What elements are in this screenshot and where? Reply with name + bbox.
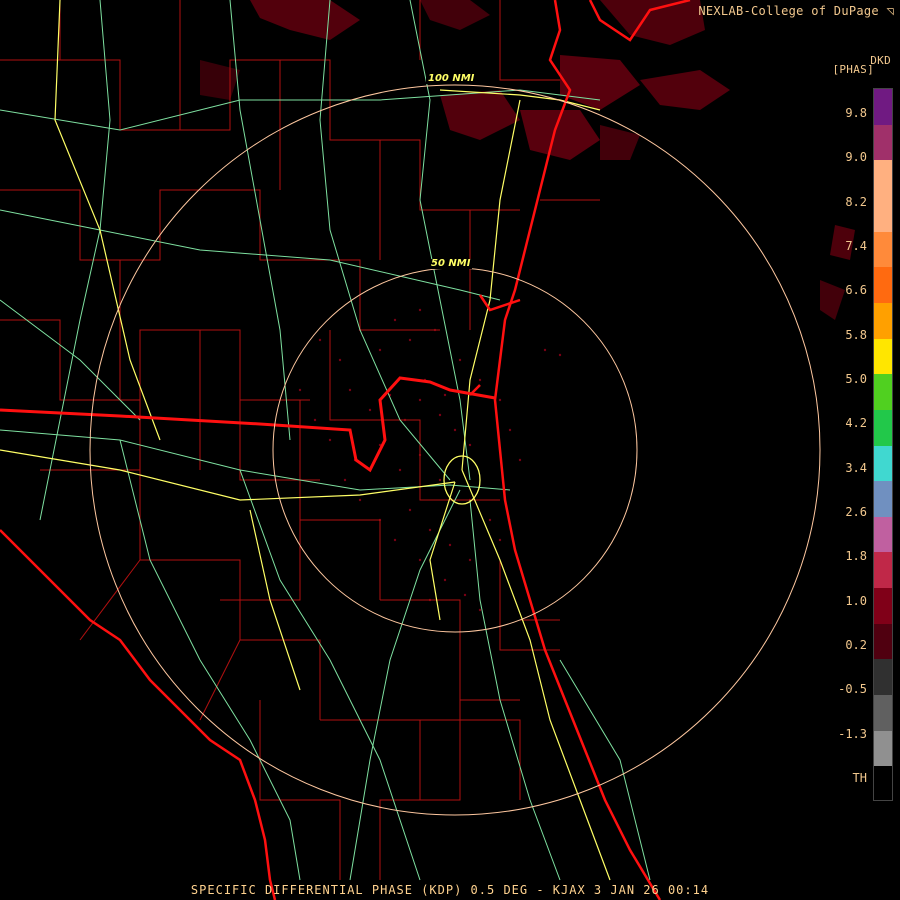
legend-label: 8.2: [845, 194, 867, 209]
legend-label: 9.8: [845, 106, 867, 120]
product-units: [PHAS]: [832, 63, 874, 76]
legend-swatch: [874, 89, 892, 126]
legend-swatch: [874, 160, 892, 197]
legend-swatch: [874, 338, 892, 376]
legend-swatch: [874, 730, 892, 768]
range-ring-label-50: 50 NMI: [429, 258, 473, 269]
legend-swatch: [874, 445, 892, 483]
legend-label: 4.2: [845, 416, 867, 431]
legend-label: 5.8: [845, 327, 867, 342]
legend-swatch: [874, 231, 892, 269]
legend-label: 3.4: [845, 460, 867, 475]
legend-label: -1.3: [838, 726, 867, 741]
legend-swatch: [874, 623, 892, 661]
credit-label: NEXLAB-College of DuPage ◹: [698, 4, 894, 18]
legend-swatch: [874, 695, 892, 732]
legend-swatch: [874, 659, 892, 697]
legend-swatch: [874, 195, 892, 233]
legend-label: -0.5: [838, 682, 867, 697]
color-legend-bar: [873, 88, 893, 801]
legend-swatch: [874, 516, 892, 554]
legend-label: 1.0: [845, 593, 867, 608]
range-ring-label-100: 100 NMI: [426, 73, 477, 84]
product-caption: SPECIFIC DIFFERENTIAL PHASE (KDP) 0.5 DE…: [190, 883, 710, 897]
legend-label: 9.0: [845, 150, 867, 165]
legend-swatch: [874, 374, 892, 411]
legend-label: 1.8: [845, 549, 867, 564]
radar-map: [0, 0, 900, 900]
legend-swatch: [874, 552, 892, 590]
legend-swatch: [874, 766, 892, 800]
legend-label: 6.6: [845, 283, 867, 298]
legend-swatch: [874, 409, 892, 447]
legend-label: TH: [852, 771, 867, 785]
legend-swatch: [874, 588, 892, 625]
legend-label: 7.4: [845, 239, 867, 253]
legend-swatch: [874, 124, 892, 162]
legend-label: 0.2: [845, 638, 867, 652]
legend-label: 5.0: [845, 372, 867, 386]
legend-label: 2.6: [845, 505, 867, 519]
legend-swatch: [874, 481, 892, 518]
legend-swatch: [874, 302, 892, 340]
legend-swatch: [874, 267, 892, 304]
